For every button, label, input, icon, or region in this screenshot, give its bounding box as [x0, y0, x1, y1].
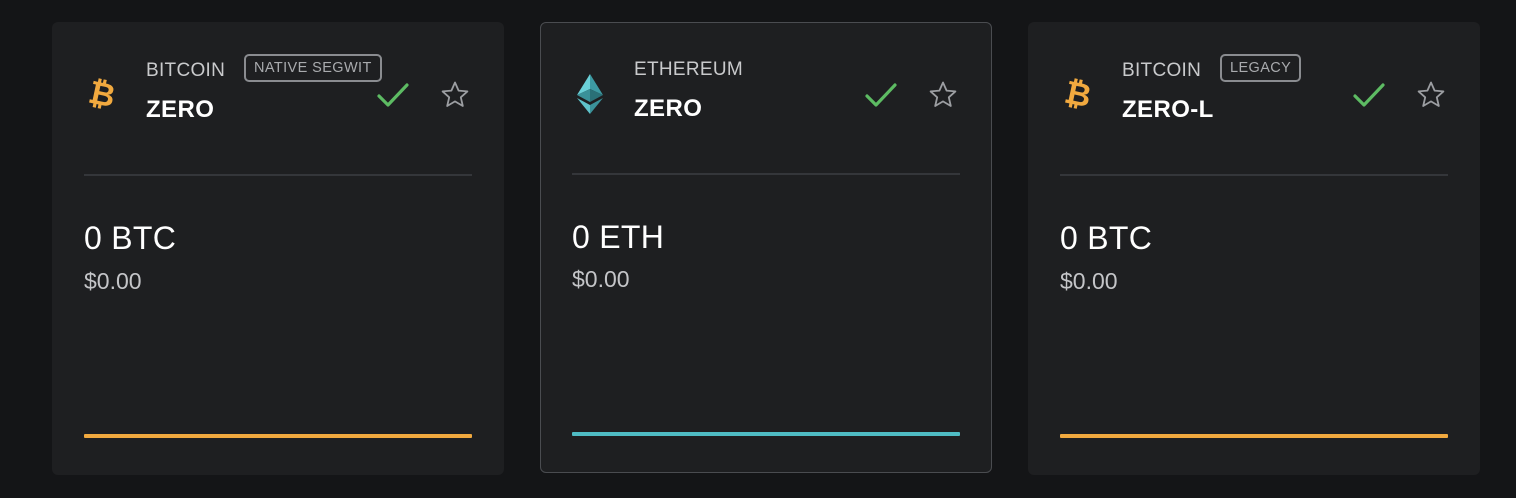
star-icon[interactable] — [1416, 80, 1446, 110]
crypto-balance: 0 ETH — [572, 219, 665, 255]
svg-text:₿: ₿ — [1063, 76, 1093, 112]
derivation-tag: LEGACY — [1220, 54, 1302, 82]
divider — [84, 174, 472, 176]
account-family: BITCOIN — [146, 60, 226, 81]
crypto-balance: 0 BTC — [84, 220, 177, 256]
account-card-ethereum-zero[interactable]: ETHEREUM ZERO 0 ETH $0.00 — [540, 22, 992, 473]
accent-bar — [572, 432, 960, 436]
check-icon — [376, 80, 410, 110]
account-name: ZERO — [634, 95, 703, 122]
accent-bar — [1060, 434, 1448, 438]
crypto-balance: 0 BTC — [1060, 220, 1153, 256]
derivation-tag: NATIVE SEGWIT — [244, 54, 382, 82]
divider — [572, 173, 960, 175]
account-name: ZERO — [146, 96, 215, 123]
account-card-bitcoin-zero[interactable]: ₿ BITCOIN NATIVE SEGWIT ZERO 0 BTC $0.00 — [52, 22, 504, 475]
divider — [1060, 174, 1448, 176]
accent-bar — [84, 434, 472, 438]
fiat-balance: $0.00 — [84, 268, 142, 294]
fiat-balance: $0.00 — [1060, 268, 1118, 294]
account-cards: ₿ BITCOIN NATIVE SEGWIT ZERO 0 BTC $0.00 — [0, 0, 1516, 498]
bitcoin-icon: ₿ — [1060, 74, 1096, 114]
star-icon[interactable] — [928, 80, 958, 110]
ethereum-icon — [572, 74, 608, 114]
account-name: ZERO-L — [1122, 96, 1214, 123]
fiat-balance: $0.00 — [572, 266, 630, 292]
account-family: ETHEREUM — [634, 59, 744, 80]
svg-text:₿: ₿ — [87, 76, 117, 112]
star-icon[interactable] — [440, 80, 470, 110]
account-card-bitcoin-zero-l[interactable]: ₿ BITCOIN LEGACY ZERO-L 0 BTC $0.00 — [1028, 22, 1480, 475]
check-icon — [864, 80, 898, 110]
account-family: BITCOIN — [1122, 60, 1202, 81]
bitcoin-icon: ₿ — [84, 74, 120, 114]
check-icon — [1352, 80, 1386, 110]
